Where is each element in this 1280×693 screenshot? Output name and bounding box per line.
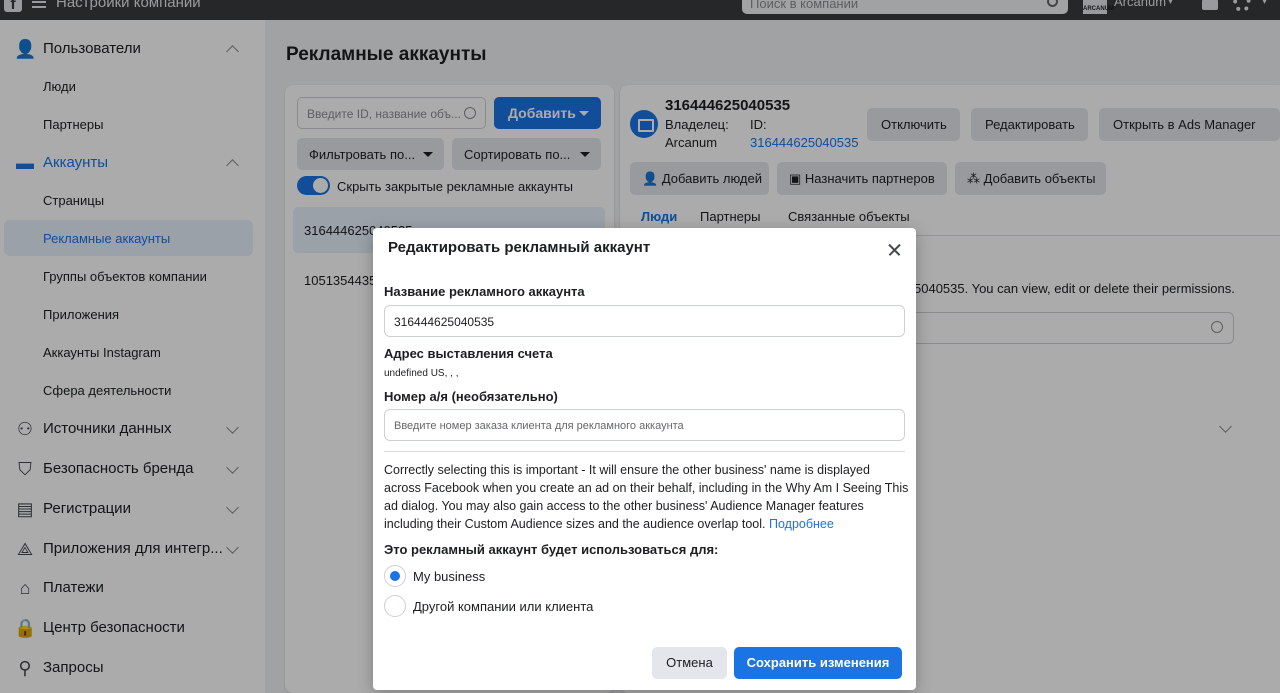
po-number-input[interactable]: Введите номер заказа клиента для рекламн…: [384, 409, 905, 441]
radio-other-business[interactable]: [384, 595, 406, 617]
radio-other-business-label[interactable]: Другой компании или клиента: [413, 599, 593, 614]
save-changes-button[interactable]: Сохранить изменения: [734, 647, 902, 679]
radio-my-business[interactable]: [384, 565, 406, 587]
cancel-button[interactable]: Отмена: [652, 647, 727, 679]
account-name-label: Название рекламного аккаунта: [384, 284, 585, 299]
close-icon[interactable]: [885, 240, 905, 260]
usage-label: Это рекламный аккаунт будет использовать…: [384, 542, 719, 557]
info-paragraph: Correctly selecting this is important - …: [384, 461, 909, 533]
learn-more-link[interactable]: Подробнее: [769, 517, 834, 531]
billing-address-value: undefined US, , ,: [384, 368, 459, 379]
billing-address-label: Адрес выставления счета: [384, 346, 553, 361]
radio-my-business-label[interactable]: My business: [413, 569, 485, 584]
edit-ad-account-dialog: Редактировать рекламный аккаунт Название…: [373, 228, 916, 690]
divider: [384, 451, 905, 452]
dialog-title: Редактировать рекламный аккаунт: [388, 239, 651, 256]
po-number-label: Номер а/я (необязательно): [384, 389, 558, 404]
account-name-input[interactable]: 316444625040535: [384, 305, 905, 337]
